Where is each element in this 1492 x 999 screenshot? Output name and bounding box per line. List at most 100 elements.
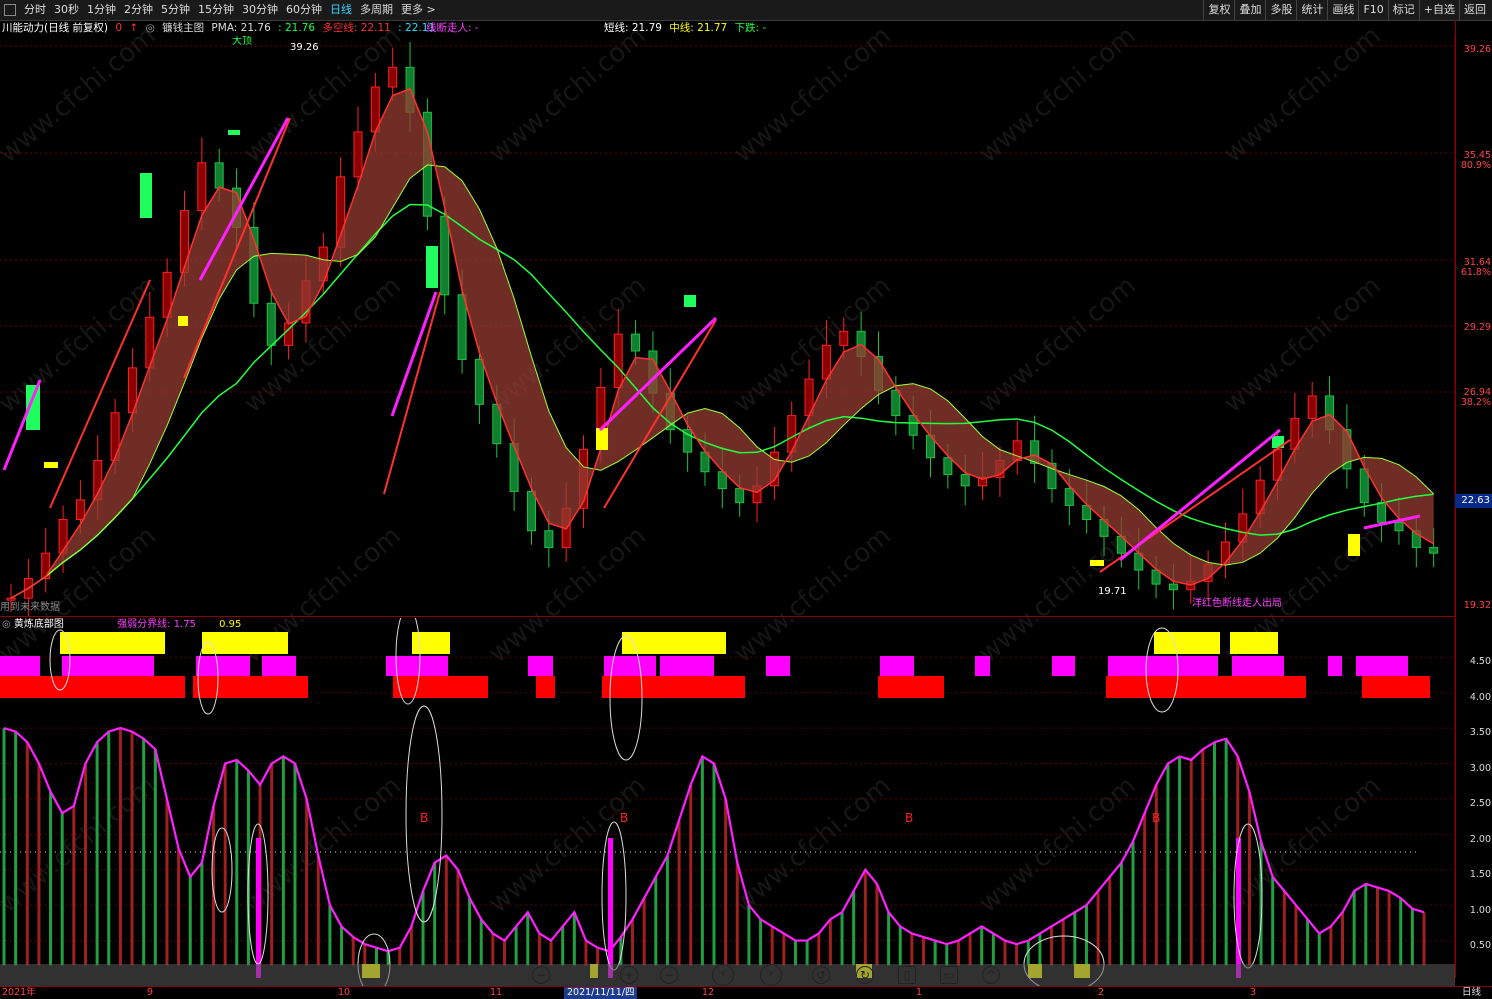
top-toolbar: 分时 30秒 1分钟 2分钟 5分钟 15分钟 30分钟 60分钟 日线 多周期 更多 > 复权 叠加… <box>0 0 1492 21</box>
candle-body <box>1394 521 1404 532</box>
magenta-trend-line <box>390 291 438 417</box>
signal-strip <box>975 656 990 676</box>
tab-period-5[interactable]: 15分钟 <box>194 0 238 20</box>
candle-body <box>526 490 536 532</box>
date-label: 11 <box>490 987 503 998</box>
tab-period-0[interactable]: 分时 <box>20 0 50 20</box>
trend-line <box>383 291 441 495</box>
tab-period-8[interactable]: 日线 <box>326 0 356 20</box>
tab-period-3[interactable]: 2分钟 <box>120 0 157 20</box>
signal-strip <box>622 632 726 654</box>
candle-body <box>388 66 398 88</box>
signal-strip <box>1328 656 1342 676</box>
buy-b-mark: B <box>905 811 913 825</box>
indicator-title: 黄炼底部图 <box>13 619 64 630</box>
candle-body <box>891 389 901 417</box>
signal-block <box>1090 560 1104 566</box>
signal-strip <box>660 656 714 676</box>
buy-b-mark: B <box>420 811 428 825</box>
dading-label: 大顶 <box>232 36 252 47</box>
tab-period-9[interactable]: 多周期 <box>356 0 397 20</box>
tool-button-5[interactable]: F10 <box>1358 0 1387 20</box>
indicator-val: 0.95 <box>219 619 242 630</box>
date-label: 1 <box>916 987 923 998</box>
tab-period-6[interactable]: 30分钟 <box>238 0 282 20</box>
signal-block <box>1348 534 1360 556</box>
candle-body <box>631 333 641 352</box>
strength-value: 强弱分界线: 1.75 <box>117 619 196 630</box>
signal-strip <box>1230 632 1278 654</box>
print-icon[interactable]: ▭ <box>940 966 958 984</box>
undo-icon[interactable]: ↺ <box>812 966 830 984</box>
reset-icon[interactable]: ↻ <box>856 966 874 984</box>
signal-block <box>426 246 438 288</box>
indicator-axis-label: 4.00 <box>1469 691 1491 703</box>
signal-block <box>178 316 188 326</box>
trash-icon[interactable]: ▯ <box>898 966 916 984</box>
signal-strip <box>528 656 553 676</box>
magenta-signal-bar <box>256 838 261 978</box>
candle-body <box>839 330 849 346</box>
tool-button-1[interactable]: 叠加 <box>1234 0 1265 20</box>
scroll-left-icon[interactable]: ‹ <box>712 964 734 986</box>
tool-button-0[interactable]: 复权 <box>1203 0 1234 20</box>
tab-period-1[interactable]: 30秒 <box>50 0 83 20</box>
candle-body <box>1359 468 1369 504</box>
candle-body <box>1064 488 1074 506</box>
date-axis: 2021/11/11/四 日线 2021年 9 10 11 12 1 2 3 <box>0 986 1492 999</box>
signal-strip <box>536 676 555 698</box>
tool-button-7[interactable]: +自选 <box>1418 0 1459 20</box>
low-price-label: 19.71 <box>1098 586 1127 597</box>
candle-body <box>214 162 224 189</box>
tab-period-10[interactable]: 更多 > <box>397 0 440 20</box>
date-label: 3 <box>1250 987 1257 998</box>
price-axis-label: 38.2% <box>1460 397 1491 408</box>
signal-strip <box>393 676 488 698</box>
period-tabs: 分时 30秒 1分钟 2分钟 5分钟 15分钟 30分钟 60分钟 日线 多周期 更多 > <box>4 0 440 20</box>
indicator-axis-label: 0.50 <box>1469 940 1491 951</box>
zoom-in-icon[interactable]: + <box>620 966 638 984</box>
signal-strip <box>60 632 165 654</box>
buy-b-mark: B <box>620 811 628 825</box>
candle-body <box>960 474 970 487</box>
tool-button-3[interactable]: 统计 <box>1296 0 1327 20</box>
tool-button-2[interactable]: 多股 <box>1265 0 1296 20</box>
indicator-axis-label: 3.00 <box>1469 762 1491 774</box>
signal-strip <box>196 656 250 676</box>
zoom-out-icon[interactable]: − <box>660 966 678 984</box>
date-label: 9 <box>147 987 154 998</box>
circle-icon[interactable]: ◎ <box>2 619 11 630</box>
date-label: 12 <box>702 987 715 998</box>
indicator-axis-label: 3.50 <box>1469 727 1491 738</box>
tool-button-6[interactable]: 标记 <box>1387 0 1419 20</box>
tab-period-2[interactable]: 1分钟 <box>83 0 120 20</box>
signal-strip <box>1232 656 1284 676</box>
price-chart[interactable]: 39.26 大顶 19.71 洋红色断线走人出局 <box>0 36 1455 616</box>
menu-icon[interactable] <box>4 4 16 16</box>
tab-period-4[interactable]: 5分钟 <box>157 0 194 20</box>
candle-body <box>1168 583 1178 591</box>
signal-strip <box>1356 656 1408 676</box>
up-icon[interactable]: ^ <box>982 966 1000 984</box>
candle-body <box>197 162 207 212</box>
tab-period-7[interactable]: 60分钟 <box>282 0 326 20</box>
period-label[interactable]: 日线 <box>1462 987 1481 999</box>
price-axis-label: 61.8% <box>1460 267 1491 278</box>
scroll-right-icon[interactable]: › <box>760 964 782 986</box>
cursor-date: 2021/11/11/四 <box>564 987 638 999</box>
minus-icon[interactable]: − <box>532 966 550 984</box>
tool-button-4[interactable]: 画线 <box>1327 0 1358 20</box>
candle-body <box>821 344 831 380</box>
candle-body <box>1307 395 1317 419</box>
signal-block <box>44 462 58 468</box>
signal-strip <box>1052 656 1075 676</box>
indicator-axis-label: 2.00 <box>1469 833 1491 845</box>
price-axis-label: 80.9% <box>1460 160 1491 171</box>
signal-strip <box>0 656 40 676</box>
signal-block <box>228 130 240 135</box>
indicator-chart[interactable]: BBBB跌财涨 <box>0 618 1455 986</box>
signal-strip <box>412 632 450 654</box>
indicator-axis-label: 4.50 <box>1469 656 1491 667</box>
tool-button-8[interactable]: 返回 <box>1459 0 1490 20</box>
date-label: 10 <box>338 987 351 998</box>
